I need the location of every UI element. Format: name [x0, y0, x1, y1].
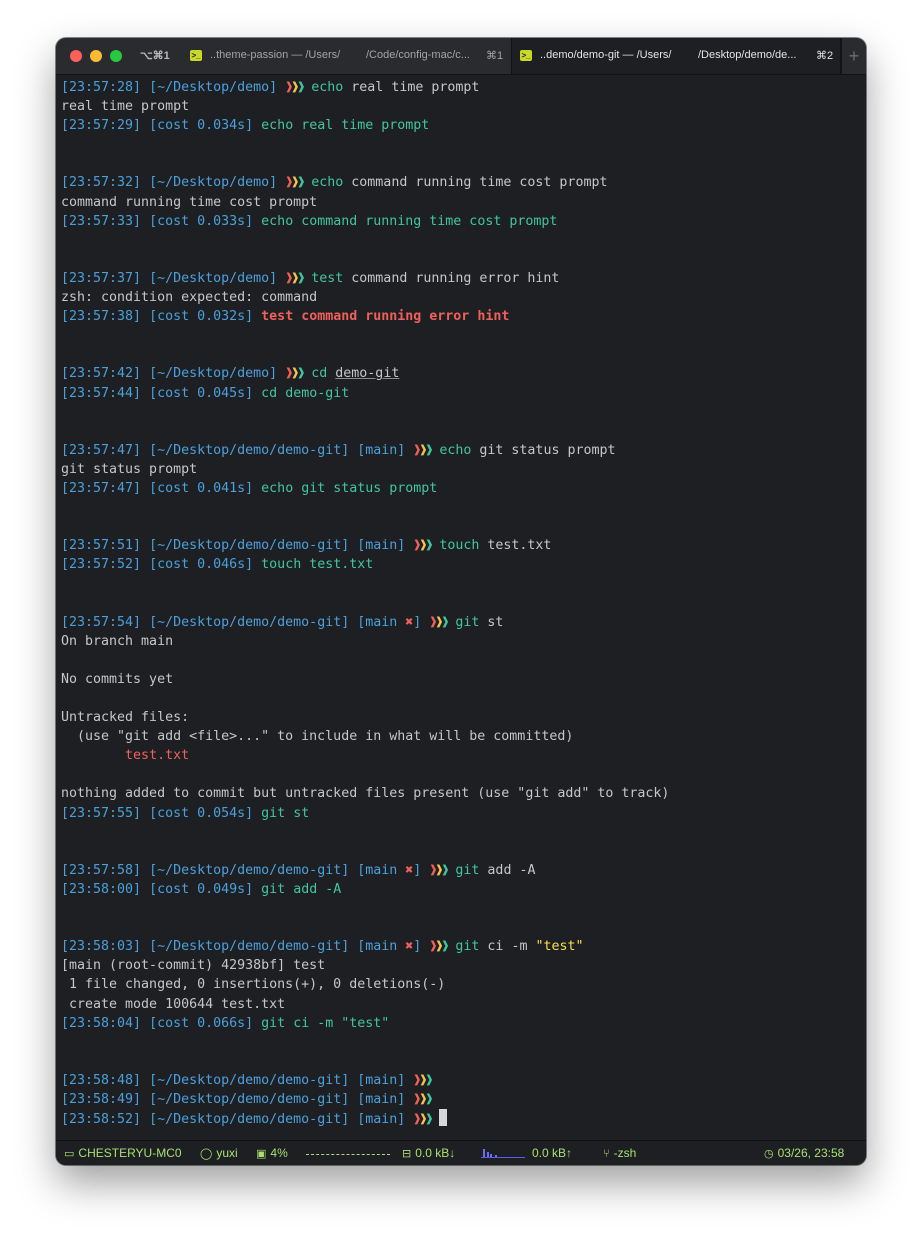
prompt-line: [23:57:51] [~/Desktop/demo/demo-git] [ma…	[61, 538, 552, 554]
cost-line: [23:57:38] [cost 0.032s] test command ru…	[61, 309, 510, 325]
active-prompt-line[interactable]: [23:58:52] [~/Desktop/demo/demo-git] [ma…	[61, 1109, 861, 1128]
prompt-chevrons-icon: ❱❱❱	[285, 366, 305, 382]
tab-shortcut: ⌘1	[486, 50, 504, 62]
zoom-window-button[interactable]	[110, 50, 122, 62]
command-output: On branch main	[61, 633, 174, 649]
tab-title-path: /Code/config-mac/c...	[366, 49, 470, 61]
prompt-line: [23:58:03] [~/Desktop/demo/demo-git] [ma…	[61, 939, 584, 955]
network-icon: ⊟	[402, 1147, 412, 1160]
prompt-line: [23:57:47] [~/Desktop/demo/demo-git] [ma…	[61, 442, 616, 458]
terminal-output[interactable]: [23:57:28] [~/Desktop/demo] ❱❱❱ echo rea…	[61, 78, 861, 1140]
title-bar: ⌥⌘1 >_ ..theme-passion — /Users/ /Code/c…	[56, 38, 866, 75]
command-output: 1 file changed, 0 insertions(+), 0 delet…	[61, 977, 446, 993]
prompt-line: [23:57:32] [~/Desktop/demo] ❱❱❱ echo com…	[61, 175, 608, 191]
prompt-chevrons-icon: ❱❱❱	[413, 538, 433, 554]
window-shortcut: ⌥⌘1	[140, 50, 170, 62]
host-indicator: ▭ CHESTERYU-MC0	[64, 1146, 182, 1160]
status-bar: ▭ CHESTERYU-MC0 ◯ yuxi ▣ 4% ⊟ 0.0 kB↓ 0.0 kB…	[56, 1140, 866, 1165]
cpu-icon: ▣	[256, 1147, 267, 1160]
prompt-chevrons-icon: ❱❱❱	[285, 175, 305, 191]
cost-line: [23:57:47] [cost 0.041s] echo git status…	[61, 480, 438, 496]
terminal-icon: >_	[190, 50, 202, 61]
cpu-indicator: ▣ 4%	[256, 1146, 288, 1160]
prompt-chevrons-icon: ❱❱❱	[413, 442, 433, 458]
branch-icon: ⑂	[603, 1147, 610, 1160]
network-sparkline	[481, 1146, 525, 1160]
cost-line: [23:58:04] [cost 0.066s] git ci -m "test…	[61, 1015, 390, 1031]
user-icon: ◯	[200, 1147, 213, 1160]
shell-indicator: ⑂ -zsh	[603, 1146, 637, 1160]
new-tab-button[interactable]: +	[841, 38, 866, 74]
prompt-chevrons-icon: ❱❱❱	[413, 1072, 433, 1088]
command-output: No commits yet	[61, 671, 174, 687]
prompt-chevrons-icon: ❱❱❱	[285, 270, 305, 286]
untracked-file: test.txt	[125, 748, 190, 764]
command-output: Untracked files:	[61, 710, 190, 726]
prompt-chevrons-icon: ❱❱❱	[429, 614, 449, 630]
prompt-line: [23:58:48] [~/Desktop/demo/demo-git] [ma…	[61, 1072, 433, 1088]
command-output: create mode 100644 test.txt	[61, 996, 286, 1012]
command-output: command running time cost prompt	[61, 194, 318, 210]
command-output: (use "git add <file>..." to include in w…	[61, 729, 574, 745]
cost-line: [23:57:52] [cost 0.046s] touch test.txt	[61, 557, 374, 573]
command-output	[61, 651, 861, 670]
tab-title-path: /Desktop/demo/de...	[698, 49, 797, 61]
command-output: nothing added to commit but untracked fi…	[61, 786, 670, 802]
prompt-line: [23:57:58] [~/Desktop/demo/demo-git] [ma…	[61, 862, 536, 878]
network-up-indicator: 0.0 kB↑	[532, 1146, 573, 1160]
tab-shortcut: ⌘2	[816, 50, 834, 62]
prompt-chevrons-icon: ❱❱❱	[413, 1112, 433, 1128]
prompt-chevrons-icon: ❱❱❱	[413, 1091, 433, 1107]
tab-title: ..theme-passion — /Users/	[210, 49, 341, 61]
prompt-line: [23:57:54] [~/Desktop/demo/demo-git] [ma…	[61, 614, 504, 630]
prompt-line: [23:57:37] [~/Desktop/demo] ❱❱❱ test com…	[61, 270, 560, 286]
close-window-button[interactable]	[70, 50, 82, 62]
user-indicator: ◯ yuxi	[200, 1146, 238, 1160]
cost-line: [23:57:55] [cost 0.054s] git st	[61, 805, 310, 821]
prompt-chevrons-icon: ❱❱❱	[429, 862, 449, 878]
prompt-line: [23:57:42] [~/Desktop/demo] ❱❱❱ cd demo-…	[61, 366, 400, 382]
clock-icon: ◷	[764, 1147, 774, 1160]
command-output: real time prompt	[61, 99, 190, 115]
tab-theme-passion[interactable]: >_ ..theme-passion — /Users/ /Code/confi…	[182, 38, 510, 74]
prompt-line: [23:57:28] [~/Desktop/demo] ❱❱❱ echo rea…	[61, 80, 480, 95]
tab-title: ..demo/demo-git — /Users/	[540, 49, 672, 61]
command-output: zsh: condition expected: command	[61, 290, 318, 306]
datetime-indicator: ◷ 03/26, 23:58	[764, 1146, 845, 1160]
cpu-sparkline	[306, 1146, 390, 1160]
laptop-icon: ▭	[64, 1147, 75, 1160]
text-cursor	[439, 1109, 448, 1127]
prompt-line: [23:58:49] [~/Desktop/demo/demo-git] [ma…	[61, 1091, 433, 1107]
cost-line: [23:57:29] [cost 0.034s] echo real time …	[61, 118, 430, 134]
prompt-chevrons-icon: ❱❱❱	[285, 80, 305, 95]
terminal-window: ⌥⌘1 >_ ..theme-passion — /Users/ /Code/c…	[56, 38, 866, 1165]
command-output: git status prompt	[61, 461, 198, 477]
cost-line: [23:57:33] [cost 0.033s] echo command ru…	[61, 213, 558, 229]
network-down-indicator: ⊟ 0.0 kB↓	[402, 1146, 456, 1160]
command-output: [main (root-commit) 42938bf] test	[61, 958, 326, 974]
command-output	[61, 689, 861, 708]
command-output	[61, 765, 861, 784]
cost-line: [23:57:44] [cost 0.045s] cd demo-git	[61, 385, 350, 401]
prompt-chevrons-icon: ❱❱❱	[429, 939, 449, 955]
tab-demo-git[interactable]: >_ ..demo/demo-git — /Users/ /Desktop/de…	[511, 38, 841, 74]
terminal-icon: >_	[520, 50, 532, 61]
cost-line: [23:58:00] [cost 0.049s] git add -A	[61, 881, 342, 897]
minimize-window-button[interactable]	[90, 50, 102, 62]
